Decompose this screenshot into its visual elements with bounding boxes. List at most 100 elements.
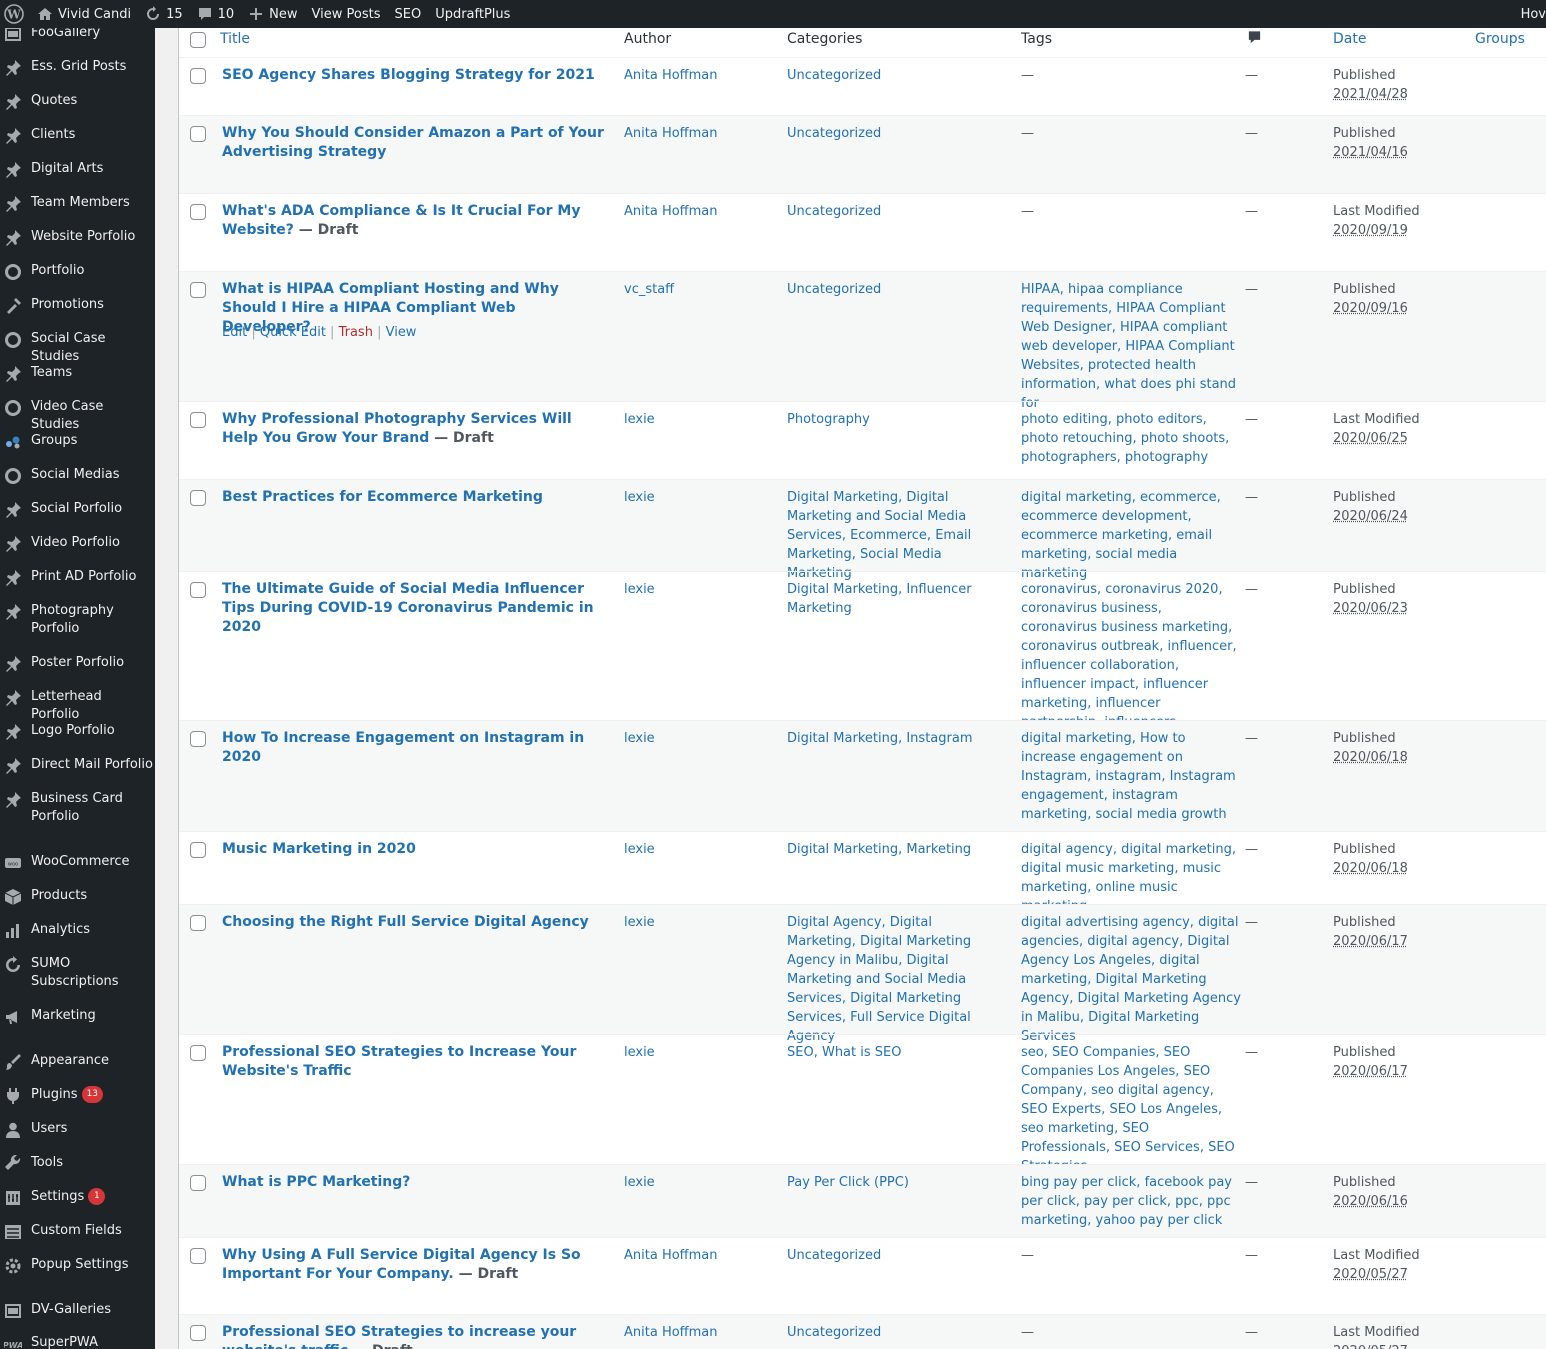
post-title-link[interactable]: What is PPC Marketing? xyxy=(222,1174,410,1190)
new-content-link[interactable]: New xyxy=(241,0,304,28)
updates-link[interactable]: 15 xyxy=(138,0,190,28)
row-checkbox[interactable] xyxy=(190,68,206,84)
author-link[interactable]: lexie xyxy=(624,580,774,599)
author-link[interactable]: lexie xyxy=(624,410,774,429)
author-link[interactable]: Anita Hoffman xyxy=(624,124,774,143)
tags-links[interactable]: bing pay per click, facebook pay per cli… xyxy=(1021,1173,1241,1230)
categories-links[interactable]: Pay Per Click (PPC) xyxy=(787,1173,1002,1192)
post-date-cell: Published 2021/04/28 xyxy=(1333,66,1473,104)
comments-link[interactable]: 10 xyxy=(190,0,242,28)
post-title-link[interactable]: Why Using A Full Service Digital Agency … xyxy=(222,1247,581,1282)
row-checkbox[interactable] xyxy=(190,1045,206,1061)
categories-links[interactable]: Uncategorized xyxy=(787,1246,1002,1265)
categories-links[interactable]: Uncategorized xyxy=(787,124,1002,143)
categories-links[interactable]: Digital Marketing, Digital Marketing and… xyxy=(787,488,1002,583)
categories-links[interactable]: Uncategorized xyxy=(787,280,1002,299)
categories-links[interactable]: Digital Marketing, Influencer Marketing xyxy=(787,580,1002,618)
tags-links[interactable]: seo, SEO Companies, SEO Companies Los An… xyxy=(1021,1043,1241,1176)
post-title-link[interactable]: Music Marketing in 2020 xyxy=(222,841,416,857)
author-link[interactable]: Anita Hoffman xyxy=(624,1246,774,1265)
categories-links[interactable]: Uncategorized xyxy=(787,202,1002,221)
post-title-link[interactable]: Professional SEO Strategies to Increase … xyxy=(222,1044,576,1079)
edit-link[interactable]: Edit xyxy=(222,325,247,340)
row-checkbox[interactable] xyxy=(190,282,206,298)
author-link[interactable]: Anita Hoffman xyxy=(624,1323,774,1342)
author-link[interactable]: lexie xyxy=(624,913,774,932)
sidebar-item-label: Social Medias xyxy=(31,466,153,484)
column-title-header[interactable]: Title xyxy=(220,29,250,49)
svg-text:woo: woo xyxy=(8,862,18,868)
view-posts-link[interactable]: View Posts xyxy=(305,0,388,28)
updraftplus-link[interactable]: UpdraftPlus xyxy=(428,0,517,28)
pin-icon xyxy=(6,162,21,178)
post-title-link[interactable]: SEO Agency Shares Blogging Strategy for … xyxy=(222,67,595,83)
row-checkbox[interactable] xyxy=(190,1325,206,1341)
seo-link[interactable]: SEO xyxy=(387,0,428,28)
categories-links[interactable]: Digital Marketing, Marketing xyxy=(787,840,1002,859)
tags-links[interactable]: photo editing, photo editors, photo reto… xyxy=(1021,410,1241,467)
row-checkbox[interactable] xyxy=(190,490,206,506)
row-checkbox[interactable] xyxy=(190,412,206,428)
row-checkbox[interactable] xyxy=(190,731,206,747)
column-date-header[interactable]: Date xyxy=(1333,29,1366,49)
plus-icon xyxy=(250,8,263,20)
tags-links[interactable]: digital advertising agency, digital agen… xyxy=(1021,913,1241,1046)
author-link[interactable]: lexie xyxy=(624,729,774,748)
categories-links[interactable]: Uncategorized xyxy=(787,66,1002,85)
column-tags-header: Tags xyxy=(1021,31,1052,47)
sidebar-item-text: SUMO Subscriptions xyxy=(31,956,119,989)
sidebar-item-text: Social Porfolio xyxy=(31,501,123,516)
author-link[interactable]: vc_staff xyxy=(624,280,774,299)
table-row: Professional SEO Strategies to Increase … xyxy=(179,1034,1546,1174)
sidebar-item-label: Website Porfolio xyxy=(31,228,153,246)
post-title-link[interactable]: Best Practices for Ecommerce Marketing xyxy=(222,489,543,505)
sidebar-item-label: Direct Mail Porfolio xyxy=(31,756,153,774)
post-title-link[interactable]: What's ADA Compliance & Is It Crucial Fo… xyxy=(222,203,580,238)
row-checkbox[interactable] xyxy=(190,582,206,598)
circle-icon xyxy=(5,468,21,484)
trash-link[interactable]: Trash xyxy=(339,325,373,340)
author-link[interactable]: lexie xyxy=(624,1173,774,1192)
tags-links[interactable]: HIPAA, hipaa compliance requirements, HI… xyxy=(1021,280,1241,413)
categories-links[interactable]: SEO, What is SEO xyxy=(787,1043,1002,1062)
row-checkbox[interactable] xyxy=(190,915,206,931)
row-checkbox[interactable] xyxy=(190,1175,206,1191)
wordpress-logo-button[interactable]: W xyxy=(0,0,30,28)
sidebar-item-label: Logo Porfolio xyxy=(31,722,153,740)
my-account-link[interactable]: Hov xyxy=(1521,0,1546,28)
view-link[interactable]: View xyxy=(386,325,417,340)
author-link[interactable]: lexie xyxy=(624,840,774,859)
tags-links[interactable]: digital marketing, How to increase engag… xyxy=(1021,729,1241,824)
tags-links[interactable]: digital marketing, ecommerce, ecommerce … xyxy=(1021,488,1241,583)
comments-count: — xyxy=(1245,204,1258,219)
post-status: Published xyxy=(1333,1175,1396,1190)
row-checkbox[interactable] xyxy=(190,126,206,142)
post-title-link[interactable]: Why Professional Photography Services Wi… xyxy=(222,411,572,446)
author-link[interactable]: Anita Hoffman xyxy=(624,66,774,85)
tags-links: — xyxy=(1021,1248,1034,1263)
categories-links[interactable]: Photography xyxy=(787,410,1002,429)
row-checkbox[interactable] xyxy=(190,842,206,858)
author-link[interactable]: lexie xyxy=(624,488,774,507)
column-groups-header[interactable]: Groups xyxy=(1475,29,1525,49)
select-all-checkbox[interactable] xyxy=(190,32,206,48)
row-checkbox[interactable] xyxy=(190,204,206,220)
author-link[interactable]: lexie xyxy=(624,1043,774,1062)
quick-edit-link[interactable]: Quick Edit xyxy=(260,325,326,340)
post-title-link[interactable]: Why You Should Consider Amazon a Part of… xyxy=(222,125,604,160)
column-comments-header[interactable] xyxy=(1247,29,1262,51)
author-link[interactable]: Anita Hoffman xyxy=(624,202,774,221)
post-title-link[interactable]: How To Increase Engagement on Instagram … xyxy=(222,730,584,765)
categories-links[interactable]: Uncategorized xyxy=(787,1323,1002,1342)
categories-links[interactable]: Digital Marketing, Instagram xyxy=(787,729,1002,748)
post-date: 2020/06/23 xyxy=(1333,601,1408,616)
post-title-link[interactable]: Choosing the Right Full Service Digital … xyxy=(222,914,589,930)
pin-icon xyxy=(6,230,21,246)
site-name-link[interactable]: Vivid Candi xyxy=(30,0,138,28)
post-status: Published xyxy=(1333,731,1396,746)
post-title-link[interactable]: The Ultimate Guide of Social Media Influ… xyxy=(222,581,594,635)
row-checkbox[interactable] xyxy=(190,1248,206,1264)
categories-links[interactable]: Digital Agency, Digital Marketing, Digit… xyxy=(787,913,1002,1046)
table-row: Why You Should Consider Amazon a Part of… xyxy=(179,115,1546,193)
tags-links[interactable]: coronavirus, coronavirus 2020, coronavir… xyxy=(1021,580,1241,732)
